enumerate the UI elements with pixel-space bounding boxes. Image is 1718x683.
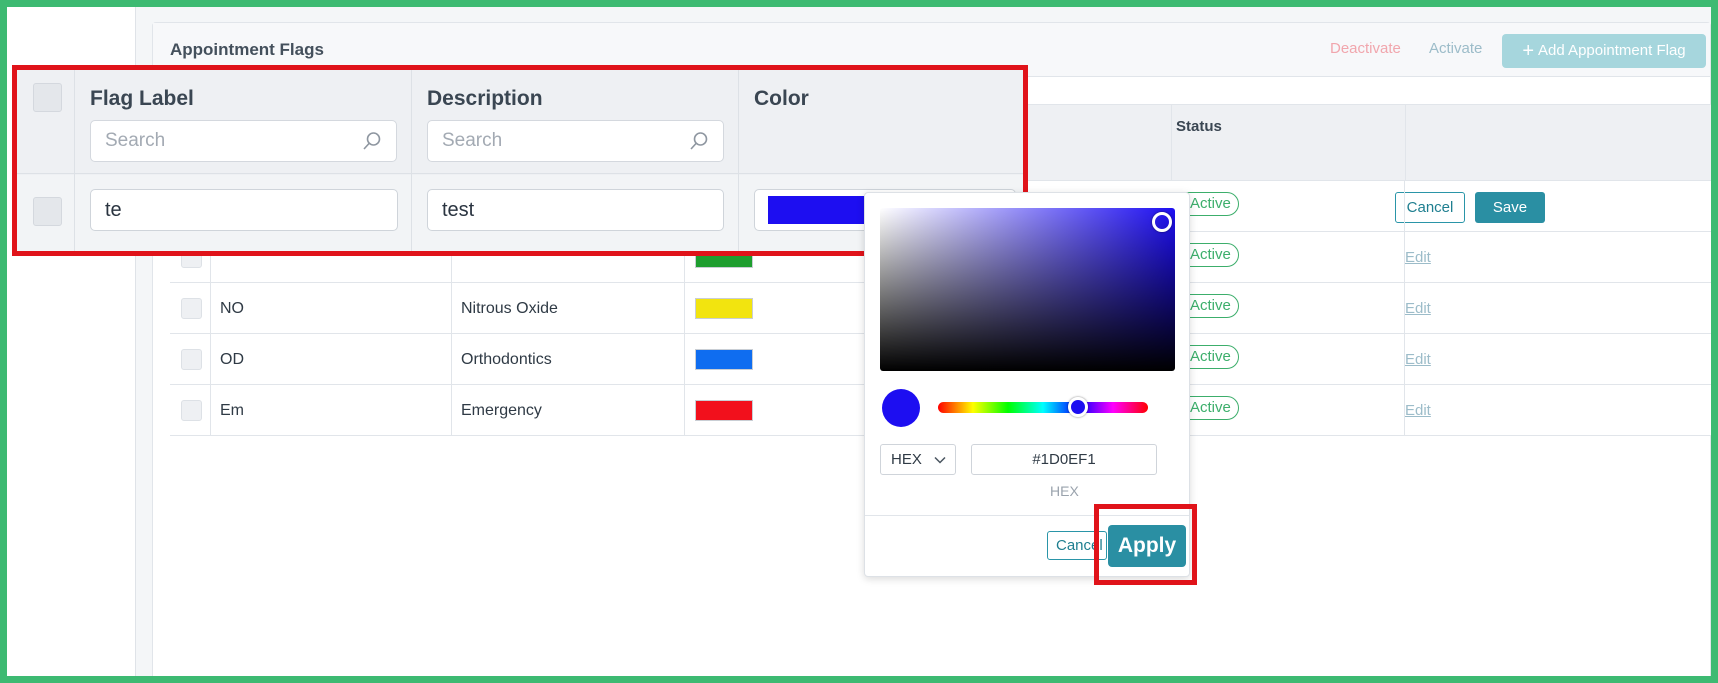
hex-field-label: HEX [1050,483,1079,499]
color-format-select[interactable]: HEX [880,444,956,475]
flag-label-search[interactable] [90,120,397,162]
color-picker-popover: HEX HEX Cancel Apply [864,192,1190,577]
column-divider [684,232,685,436]
apply-button[interactable]: Apply [1108,525,1186,567]
add-appointment-flag-label: Add Appointment Flag [1538,41,1686,59]
column-divider [1405,105,1406,182]
color-column-header: Color [754,87,809,110]
deactivate-button[interactable]: Deactivate [1330,40,1401,57]
column-divider [738,69,739,252]
description-cell: Orthodontics [461,351,552,368]
select-all-checkbox[interactable] [33,83,62,112]
column-divider [1171,105,1172,182]
description-column-header: Description [427,87,543,110]
add-appointment-flag-button[interactable]: + Add Appointment Flag [1502,34,1706,68]
description-input[interactable] [428,190,723,230]
edit-link[interactable]: Edit [1405,402,1431,419]
plus-icon: + [1522,39,1535,62]
edit-link[interactable]: Edit [1405,351,1431,368]
flag-label-search-input[interactable] [91,121,351,161]
hue-slider[interactable] [938,402,1148,413]
description-search[interactable] [427,120,724,162]
row-save-button[interactable]: Save [1475,192,1545,223]
description-edit-field[interactable] [427,189,724,231]
description-cell: Nitrous Oxide [461,300,558,317]
column-divider [210,232,211,436]
zoomed-table-header: Flag Label Description Color [16,69,1023,174]
color-format-value: HEX [891,451,922,468]
hex-field[interactable] [971,444,1157,475]
hue-slider-handle[interactable] [1068,397,1088,417]
flag-label-cell: Em [220,402,244,419]
row-checkbox[interactable] [33,197,62,226]
search-icon [690,132,708,150]
edit-link[interactable]: Edit [1405,249,1431,266]
description-cell: Emergency [461,402,542,419]
column-divider [411,69,412,252]
picker-cancel-button[interactable]: Cancel [1047,531,1107,560]
row-cancel-button[interactable]: Cancel [1395,192,1465,223]
color-swatch [695,298,753,319]
activate-button[interactable]: Activate [1429,40,1482,57]
search-icon [363,132,381,150]
flag-label-cell: NO [220,300,244,317]
flag-label-input[interactable] [91,190,397,230]
status-column-header: Status [1176,118,1222,135]
saturation-handle[interactable] [1152,212,1172,232]
flag-label-edit-field[interactable] [90,189,398,231]
column-divider [74,69,75,252]
flag-label-cell: OD [220,351,244,368]
column-divider [451,232,452,436]
row-checkbox[interactable] [181,400,202,421]
app-canvas: Appointment Flags Deactivate Activate + A… [7,7,1711,676]
chevron-down-icon [934,456,946,464]
edit-link[interactable]: Edit [1405,300,1431,317]
flag-label-column-header: Flag Label [90,87,194,110]
saturation-area[interactable] [880,208,1175,371]
row-checkbox[interactable] [181,349,202,370]
divider [865,515,1189,516]
color-swatch [695,400,753,421]
column-divider [1404,181,1405,436]
page-title: Appointment Flags [170,40,324,59]
description-search-input[interactable] [428,121,679,161]
color-swatch [695,349,753,370]
color-preview [882,389,920,427]
row-checkbox[interactable] [181,298,202,319]
hex-input[interactable] [972,445,1156,474]
